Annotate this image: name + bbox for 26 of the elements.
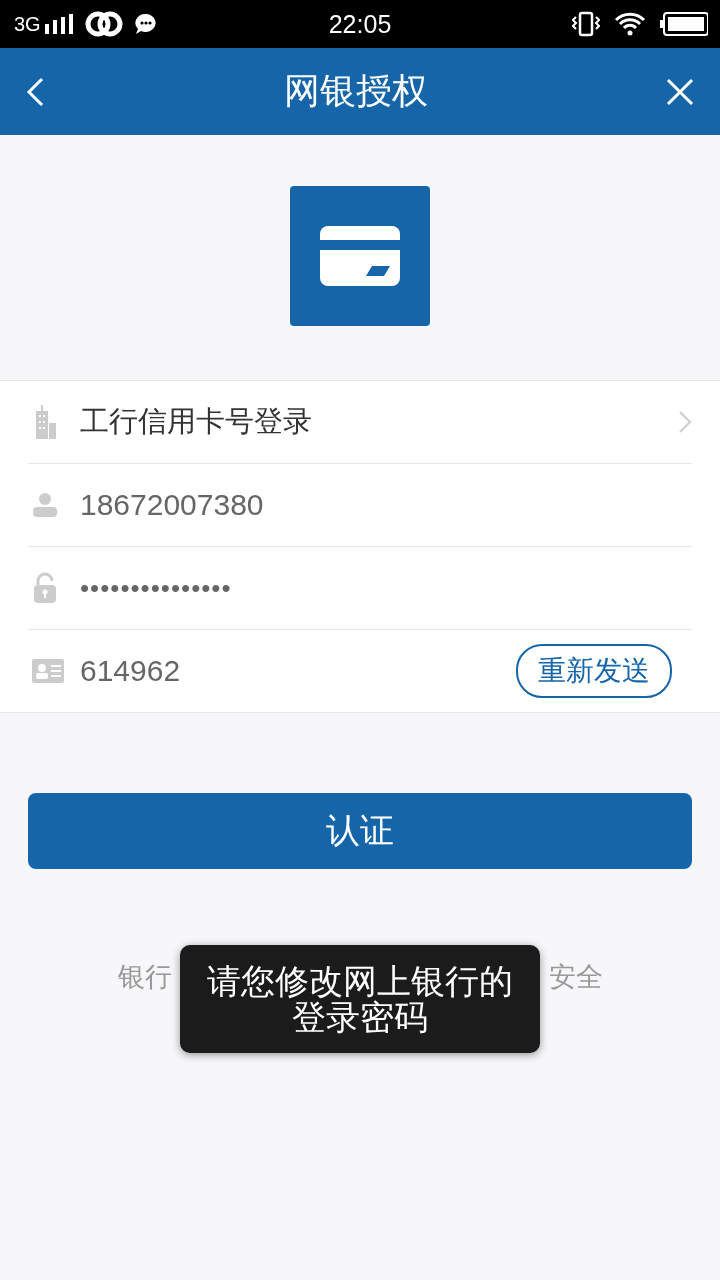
password-input[interactable]: ••••••••••••••• xyxy=(80,572,340,604)
verification-code-input[interactable]: 614962 xyxy=(80,654,400,688)
phone-input[interactable]: 18672007380 xyxy=(80,488,400,522)
person-icon xyxy=(32,492,58,518)
wifi-icon xyxy=(614,12,646,36)
chevron-left-icon xyxy=(26,76,46,107)
back-button[interactable] xyxy=(26,76,46,107)
vibrate-icon xyxy=(572,11,600,37)
close-icon xyxy=(666,77,694,106)
close-button[interactable] xyxy=(666,77,694,106)
page-title: 网银授权 xyxy=(284,69,428,113)
resend-button[interactable]: 重新发送 xyxy=(516,644,672,698)
verify-button[interactable]: 认证 xyxy=(28,793,692,869)
toast-message: 请您修改网上银行的 登录密码 xyxy=(180,945,540,1053)
chevron-right-icon xyxy=(678,410,692,434)
chat-bubble-icon xyxy=(134,13,157,35)
clock-time: 22:05 xyxy=(328,9,392,39)
battery-icon xyxy=(660,12,708,36)
notice-text: 安全 xyxy=(549,961,603,994)
notice-text: 银行 xyxy=(118,961,172,994)
lock-icon xyxy=(32,572,58,604)
network-type: 3G xyxy=(14,12,41,36)
rings-icon xyxy=(84,11,123,37)
signal-icon xyxy=(44,14,73,34)
login-method-option[interactable]: 工行信用卡号登录 xyxy=(80,402,312,442)
id-card-icon xyxy=(32,659,64,683)
